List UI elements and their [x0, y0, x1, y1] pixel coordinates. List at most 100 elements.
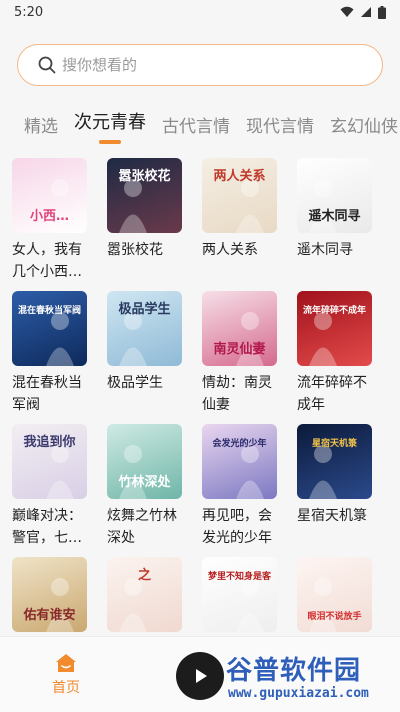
book-card[interactable]: 小西… 女人，我有几个小西…: [12, 158, 107, 291]
book-card[interactable]: 梦里不知身是客梦里不知身是客: [202, 557, 297, 636]
book-row: 佑有谁安佑有谁安之初遇之…梦里不知身是客梦里不知身是客眼泪不说放手眼泪不说放手: [12, 557, 392, 636]
battery-icon: [378, 5, 386, 19]
cover-title-text: 南灵仙妻: [213, 341, 265, 357]
cover-art: 混在春秋当军阀: [18, 304, 81, 366]
cover-title-text: 混在春秋当军阀: [18, 304, 81, 316]
book-card[interactable]: 竹林深处炫舞之竹林深处: [107, 424, 202, 557]
cover-art: 眼泪不说放手: [307, 578, 362, 632]
cover-art: 会发光的少年: [212, 437, 267, 499]
book-cover[interactable]: 嚣张校花: [107, 158, 182, 233]
cover-art: 遥木同寻: [308, 179, 361, 233]
book-title[interactable]: 嚣张校花: [107, 239, 183, 261]
nav-home-label: 首页: [52, 680, 80, 696]
cover-art: 之: [119, 567, 151, 632]
cover-art: 南灵仙妻: [213, 312, 266, 366]
cover-title-text: 星宿天机箓: [312, 437, 357, 449]
cover-title-text: 两人关系: [213, 168, 265, 184]
cover-art: 竹林深处: [117, 445, 171, 499]
book-card[interactable]: 混在春秋当军阀 混在春秋当军阀: [12, 291, 107, 424]
book-cover[interactable]: 两人关系: [202, 158, 277, 233]
book-card[interactable]: 星宿天机箓 星宿天机箓: [297, 424, 392, 557]
watermark: 谷普软件园 www.gupuxiazai.com: [176, 650, 400, 706]
cover-title-text: 之: [138, 567, 151, 583]
book-card[interactable]: 之初遇之…: [107, 557, 202, 636]
cover-title-text: 梦里不知身是客: [208, 570, 272, 582]
play-icon: [176, 652, 224, 700]
book-cover[interactable]: 小西…: [12, 158, 87, 233]
book-card[interactable]: 我追到你巅峰对决：警官，七…: [12, 424, 107, 557]
book-title[interactable]: 混在春秋当军阀: [12, 372, 88, 416]
cover-art: 梦里不知身是客: [208, 570, 272, 632]
book-title[interactable]: 极品学生: [107, 372, 183, 394]
tab-5[interactable]: 玄幻仙侠: [330, 104, 398, 137]
book-cover[interactable]: 之: [107, 557, 182, 632]
book-cover[interactable]: 眼泪不说放手: [297, 557, 372, 632]
book-title[interactable]: 炫舞之竹林深处: [107, 505, 183, 549]
cover-title-text: 小西…: [30, 209, 69, 224]
book-title[interactable]: 遥木同寻: [297, 239, 373, 261]
book-card[interactable]: 极品学生 极品学生: [107, 291, 202, 424]
watermark-brand: 谷普软件园: [226, 656, 362, 686]
book-card[interactable]: 南灵仙妻情劫：南灵仙妻: [202, 291, 297, 424]
cover-title-text: 流年碎碎不成年: [303, 304, 366, 316]
book-cover[interactable]: 佑有谁安: [12, 557, 87, 632]
status-icons: [340, 5, 386, 19]
cover-title-text: 会发光的少年: [212, 437, 266, 449]
book-row: 混在春秋当军阀 混在春秋当军阀 极品学生 极品学生 南灵仙妻 情劫：南灵仙妻 流年碎碎不成年…: [12, 291, 392, 424]
nav-home[interactable]: 首页: [40, 653, 92, 697]
cover-title-text: 极品学生: [118, 301, 170, 317]
cover-art: 流年碎碎不成年: [303, 304, 366, 366]
cover-title-text: 竹林深处: [117, 474, 171, 490]
book-cover[interactable]: 梦里不知身是客: [202, 557, 277, 632]
book-cover[interactable]: 我追到你: [12, 424, 87, 499]
book-title[interactable]: 女人，我有几个小西…: [12, 239, 88, 283]
book-cover[interactable]: 混在春秋当军阀: [12, 291, 87, 366]
book-card[interactable]: 眼泪不说放手眼泪不说放手: [297, 557, 392, 636]
book-cover[interactable]: 流年碎碎不成年: [297, 291, 372, 366]
book-title[interactable]: 流年碎碎不成年: [297, 372, 373, 416]
book-grid: 小西… 女人，我有几个小西… 嚣张校花 嚣张校花 两人关系 两人关系 遥木同寻 遥木同寻 混在春…: [12, 158, 392, 636]
book-card[interactable]: 流年碎碎不成年 流年碎碎不成年: [297, 291, 392, 424]
category-tabs: 精选 次元青春 古代言情 现代言情 玄幻仙侠: [0, 104, 400, 144]
cover-art: 佑有谁安: [22, 578, 76, 632]
book-card[interactable]: 佑有谁安佑有谁安: [12, 557, 107, 636]
search-bar[interactable]: [17, 44, 383, 86]
wifi-icon: [340, 6, 354, 17]
cover-title-text: 眼泪不说放手: [307, 610, 361, 622]
book-row: 我追到你 巅峰对决：警官，七… 竹林深处 炫舞之竹林深处 会发光的少年 再见吧，会发光的少…: [12, 424, 392, 557]
status-time: 5:20: [14, 4, 44, 20]
cover-title-text: 佑有谁安: [22, 607, 75, 623]
cover-title-text: 我追到你: [23, 434, 75, 450]
book-cover[interactable]: 南灵仙妻: [202, 291, 277, 366]
cover-art: 两人关系: [213, 168, 266, 233]
book-cover[interactable]: 遥木同寻: [297, 158, 372, 233]
book-title[interactable]: 星宿天机箓: [297, 505, 373, 527]
book-cover[interactable]: 极品学生: [107, 291, 182, 366]
signal-icon: [361, 7, 371, 17]
book-title[interactable]: 两人关系: [202, 239, 278, 261]
tab-3[interactable]: 古代言情: [162, 104, 230, 137]
cover-title-text: 遥木同寻: [308, 208, 360, 224]
book-title[interactable]: 再见吧，会发光的少年: [202, 505, 278, 549]
book-card[interactable]: 嚣张校花 嚣张校花: [107, 158, 202, 291]
tab-1[interactable]: 精选: [24, 104, 58, 137]
tab-2[interactable]: 次元青春: [74, 104, 146, 134]
book-card[interactable]: 两人关系 两人关系: [202, 158, 297, 291]
book-title[interactable]: 巅峰对决：警官，七…: [12, 505, 88, 549]
home-icon: [56, 654, 76, 672]
tab-4[interactable]: 现代言情: [246, 104, 314, 137]
search-input[interactable]: [62, 56, 342, 74]
cover-art: 极品学生: [118, 301, 171, 366]
book-cover[interactable]: 会发光的少年: [202, 424, 277, 499]
cover-title-text: 嚣张校花: [118, 168, 170, 184]
book-card[interactable]: 遥木同寻 遥木同寻: [297, 158, 392, 291]
book-cover[interactable]: 竹林深处: [107, 424, 182, 499]
book-title[interactable]: 情劫：南灵仙妻: [202, 372, 278, 416]
book-row: 小西… 女人，我有几个小西… 嚣张校花 嚣张校花 两人关系 两人关系 遥木同寻 遥木同寻: [12, 158, 392, 291]
book-card[interactable]: 会发光的少年再见吧，会发光的少年: [202, 424, 297, 557]
watermark-url: www.gupuxiazai.com: [228, 686, 369, 701]
status-bar: 5:20: [0, 0, 400, 24]
search-icon: [38, 56, 56, 74]
cover-art: 星宿天机箓: [309, 437, 357, 499]
book-cover[interactable]: 星宿天机箓: [297, 424, 372, 499]
